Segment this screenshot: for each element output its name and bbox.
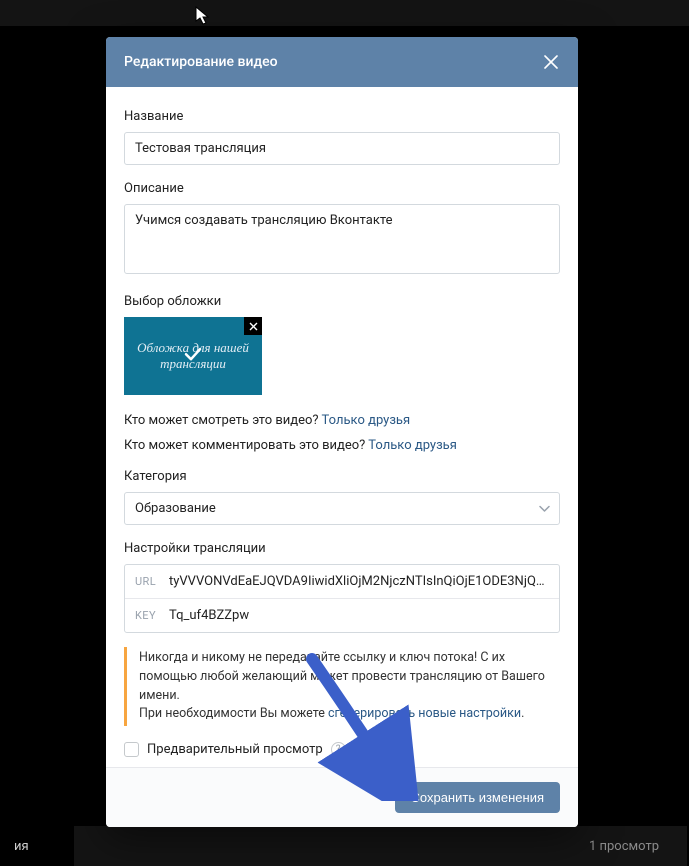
description-label: Описание xyxy=(124,181,560,196)
privacy-comment-link[interactable]: Только друзья xyxy=(368,438,457,453)
remove-cover-icon[interactable] xyxy=(244,317,262,335)
privacy-view-row: Кто может смотреть это видео? Только дру… xyxy=(124,413,560,428)
stream-warning: Никогда и никому не передавайте ссылку и… xyxy=(124,647,560,726)
stream-key-value[interactable]: Tq_uf4BZZpw xyxy=(169,608,249,623)
privacy-view-link[interactable]: Только друзья xyxy=(322,413,411,428)
regenerate-link[interactable]: сгенерировать новые настройки xyxy=(328,706,521,721)
name-input[interactable] xyxy=(124,132,560,165)
modal-header: Редактирование видео xyxy=(106,37,578,87)
bg-left-text: ия xyxy=(14,839,29,854)
stream-url-value[interactable]: tyVVVONVdEaEJQVDA9IiwidXliOjM2NjczNTIsIn… xyxy=(169,574,549,589)
warning-line1: Никогда и никому не передавайте ссылку и… xyxy=(139,650,545,703)
stream-settings-box: URL tyVVVONVdEaEJQVDA9IiwidXliOjM2NjczNT… xyxy=(124,564,560,633)
stream-key-label: KEY xyxy=(135,609,169,622)
description-textarea[interactable] xyxy=(124,204,560,274)
name-label: Название xyxy=(124,109,560,124)
warning-line2a: При необходимости Вы можете xyxy=(139,706,328,721)
background-footer: ия 1 просмотр xyxy=(74,826,687,866)
category-label: Категория xyxy=(124,469,560,484)
close-icon[interactable] xyxy=(542,53,560,71)
modal-title: Редактирование видео xyxy=(124,54,278,70)
check-icon xyxy=(183,344,203,368)
cover-thumbnail[interactable]: Обложка для нашей трансляции xyxy=(124,317,262,395)
edit-video-modal: Редактирование видео Название Описание В… xyxy=(106,37,578,827)
warning-line2b: . xyxy=(521,706,524,721)
stream-url-label: URL xyxy=(135,575,169,588)
stream-label: Настройки трансляции xyxy=(124,541,560,556)
bg-right-text: 1 просмотр xyxy=(589,839,659,854)
mouse-cursor-icon xyxy=(195,6,211,26)
help-icon[interactable]: ? xyxy=(331,742,346,757)
preview-checkbox-label: Предварительный просмотр xyxy=(147,742,323,757)
save-button[interactable]: Сохранить изменения xyxy=(395,782,561,813)
privacy-comment-question: Кто может комментировать это видео? xyxy=(124,438,368,453)
cover-label: Выбор обложки xyxy=(124,294,560,309)
privacy-comment-row: Кто может комментировать это видео? Толь… xyxy=(124,438,560,453)
preview-checkbox[interactable] xyxy=(124,742,139,757)
privacy-view-question: Кто может смотреть это видео? xyxy=(124,413,322,428)
category-select[interactable]: Образование xyxy=(124,492,560,525)
